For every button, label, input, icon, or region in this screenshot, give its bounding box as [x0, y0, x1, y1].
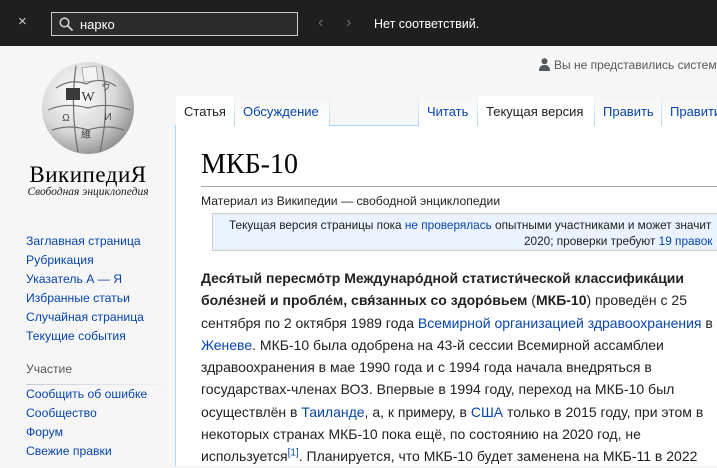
text: в — [701, 314, 713, 331]
nav-recent-changes[interactable]: Свежие правки — [26, 442, 147, 461]
nav-index[interactable]: Указатель А — Я — [26, 270, 144, 289]
usa-link[interactable]: США — [471, 404, 503, 420]
notice-text: опытными участниками и может значит — [491, 218, 712, 232]
nav-random[interactable]: Случайная страница — [26, 308, 144, 327]
text: сентября по 2 октября 1989 года — [201, 314, 418, 331]
personal-tools[interactable]: Вы не представились систем — [539, 58, 717, 72]
reference-link[interactable]: [1] — [288, 448, 299, 459]
tab-current-version[interactable]: Текущая версия — [478, 96, 594, 126]
site-subtitle: Материал из Википедии — свободной энцикл… — [201, 194, 501, 208]
bold-term: Деся́тый пересмо́тр Междунаро́дной стати… — [201, 270, 685, 286]
text: , а, к примеру, в — [364, 403, 471, 420]
user-icon — [539, 58, 550, 71]
not-logged-in-text: Вы не представились систем — [554, 58, 717, 72]
participation-heading: Участие — [26, 362, 73, 376]
notice-text: 2020; проверки требуют — [524, 234, 659, 248]
wordmark: ВикипедиЯ — [29, 162, 147, 187]
thailand-link[interactable]: Таиланде — [301, 404, 364, 420]
text: некоторых странах МКБ-10 пока ещё, по со… — [201, 426, 641, 443]
tagline: Свободная энциклопедия — [27, 186, 149, 198]
nav-community[interactable]: Сообщество — [26, 404, 147, 423]
bold-term: МКБ-10 — [535, 292, 587, 309]
article-body: Деся́тый пересмо́тр Междунаро́дной стати… — [201, 267, 717, 468]
nav-featured[interactable]: Избранные статьи — [26, 289, 144, 308]
find-status: Нет соответствий. — [374, 17, 480, 31]
bold-term: боле́зней и пробле́м, свя́занных со здор… — [201, 292, 528, 309]
title-divider — [201, 186, 717, 187]
svg-text:ウ: ウ — [101, 82, 110, 92]
tab-read[interactable]: Читать — [419, 96, 477, 126]
tab-edit[interactable]: Править — [595, 96, 661, 126]
text: только в 2015 году, при этом в — [503, 403, 704, 420]
text: . МКБ-10 была одобрена на 43-й сессии Вс… — [252, 336, 664, 353]
who-link[interactable]: Всемирной организацией здравоохранения — [418, 315, 702, 331]
text: ) проведён с 25 — [586, 292, 688, 309]
nav-report-error[interactable]: Сообщить об ошибке — [26, 385, 147, 404]
nav-current-events[interactable]: Текущие события — [26, 327, 144, 346]
svg-text:И: И — [104, 112, 111, 123]
find-next-button[interactable]: › — [346, 14, 351, 32]
search-icon — [59, 17, 73, 31]
nav-main-page[interactable]: Заглавная страница — [26, 232, 144, 251]
svg-text:W: W — [81, 90, 95, 105]
find-input[interactable] — [80, 15, 290, 33]
tab-article[interactable]: Статья — [176, 96, 234, 126]
text: осуществлён в — [201, 403, 302, 420]
page-title: МКБ-10 — [201, 149, 298, 180]
find-field[interactable] — [51, 12, 298, 36]
unchecked-link[interactable]: не проверялась — [405, 218, 492, 232]
tab-separator — [329, 96, 330, 126]
text: . Планируется, что МКБ-10 будет заменена… — [298, 448, 698, 465]
notice-text: Текущая версия страницы пока — [229, 218, 405, 232]
nav-categories[interactable]: Рубрикация — [26, 251, 144, 270]
main-navigation: Заглавная страница Рубрикация Указатель … — [26, 232, 144, 346]
geneva-link[interactable]: Женеве — [201, 337, 252, 353]
text: ( — [527, 292, 536, 309]
wikipedia-globe-logo: W Ω И 維 ウ — [42, 62, 134, 154]
pending-changes-notice: Текущая версия страницы пока не проверял… — [212, 213, 717, 251]
content-area: МКБ-10 Материал из Википедии — свободной… — [175, 125, 717, 466]
participation-navigation: Сообщить об ошибке Сообщество Форум Свеж… — [26, 385, 147, 461]
find-previous-button[interactable]: ‹ — [318, 14, 323, 32]
svg-text:維: 維 — [81, 128, 91, 141]
close-icon[interactable]: × — [18, 13, 27, 30]
text: используется — [201, 448, 288, 465]
text: здравоохранения в мае 1990 года и с 1994… — [201, 359, 652, 376]
svg-text:Ω: Ω — [62, 113, 70, 124]
find-bar: × ‹ › Нет соответствий. — [0, 0, 717, 46]
tab-edit-source[interactable]: Правити — [662, 96, 717, 126]
text: государствах-членах ВОЗ. Впервые в 1994 … — [201, 381, 675, 398]
tab-talk[interactable]: Обсуждение — [235, 96, 329, 126]
nav-forum[interactable]: Форум — [26, 423, 147, 442]
edits-link[interactable]: 19 правок — [659, 234, 713, 248]
